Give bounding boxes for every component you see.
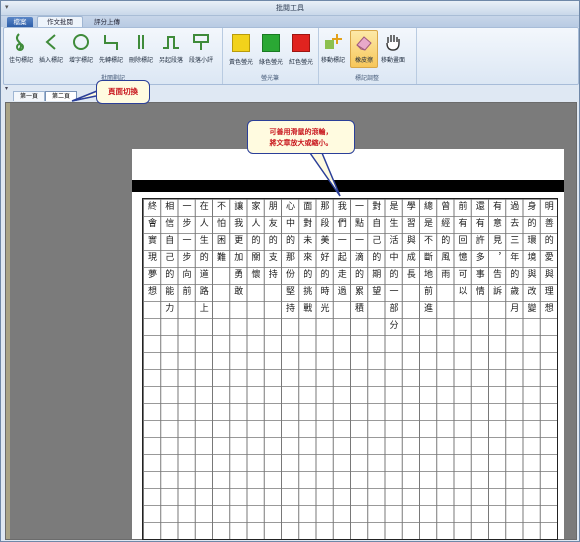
group-highlighter: 黃色螢光 綠色螢光 紅色螢光 螢光筆: [222, 28, 319, 84]
handwriting-column: 家人的關懷: [249, 201, 260, 286]
move-mark-button[interactable]: 移動標記: [320, 31, 346, 67]
menu-tab-bar: 檔案 作文批閱 評分上傳: [1, 16, 579, 27]
handwriting-column: 讓我更加勇敢: [232, 201, 243, 303]
handwriting-column: 面對未來的挑戰: [301, 201, 312, 320]
tab-dropdown-icon[interactable]: ▾: [5, 85, 8, 92]
swap-mark-button[interactable]: 先轉標記: [98, 31, 124, 67]
handwriting-column: 一步一步向前: [180, 201, 191, 303]
yellow-highlight-button[interactable]: 黃色螢光: [228, 31, 254, 67]
group-label-highlighter: 螢光筆: [260, 75, 279, 82]
handwriting-column: 總是不斷地前進: [422, 201, 432, 320]
handwriting-column: 在人生的道路上: [197, 201, 208, 320]
green-highlight-button[interactable]: 綠色螢光: [258, 31, 284, 67]
tab-essay-review[interactable]: 作文批閱: [37, 16, 83, 27]
handwriting-column: 是生活中的一部分: [387, 201, 398, 337]
handwriting-column: 有意見，告訴: [491, 201, 501, 303]
zoom-hint-line-2: 將文章放大或縮小。: [269, 138, 333, 147]
handwriting-column: 朋友的支持: [266, 201, 277, 286]
page-switch-callout: 頁面切換: [96, 80, 150, 104]
handwriting-column: 一點一滴的累積: [353, 201, 363, 320]
new-paragraph-button[interactable]: 另起段落: [158, 31, 184, 67]
essay-grid-sheet: 明善的愛與理想 身的環境與改變 過去三年的歲月 有意見，告訴 還有許多事情 前有回憶可以曾…: [142, 198, 558, 540]
red-square-icon: [292, 34, 310, 52]
workspace-side-bar: [6, 103, 10, 539]
handwriting-column: 終會實現夢想: [146, 201, 156, 303]
page-tab-bar: ▾ 第一頁 第二頁: [3, 85, 577, 101]
handwriting-column: 我們一起走過: [335, 201, 346, 303]
group-review-marks: 佳句標記 插入標記 增字標記 先轉標記 刪除標記 另起段落 段落小評 批閱劃記: [4, 28, 223, 84]
circle-icon: [73, 34, 89, 50]
tab-page-two[interactable]: 第二頁: [45, 91, 77, 101]
paragraph-icon: [163, 36, 179, 49]
chevron-left-icon: [45, 34, 56, 50]
comment-sign-icon: [193, 34, 209, 50]
zoom-hint-callout: 可善用滑鼠的滾輪， 將文章放大或縮小。: [247, 120, 355, 154]
handwriting-column: 學習與成長: [404, 201, 415, 286]
document-workspace[interactable]: 明善的愛與理想 身的環境與改變 過去三年的歲月 有意見，告訴 還有許多事情 前有回憶可以曾…: [5, 102, 577, 540]
add-char-mark-button[interactable]: 增字標記: [68, 31, 94, 67]
paragraph-comment-button[interactable]: 段落小評: [188, 31, 214, 67]
tab-score-upload[interactable]: 評分上傳: [85, 17, 129, 27]
good-sentence-mark-button[interactable]: 佳句標記: [8, 31, 34, 67]
handwriting-column: 明善的愛與理想: [542, 201, 553, 320]
eraser-icon: [356, 36, 372, 51]
group-mark-adjust: 移動標記 橡皮擦 移動畫面 標記調整: [318, 28, 417, 84]
title-bar: ▾ 批閱工具: [1, 1, 579, 16]
handwriting-column: 還有許多事情: [473, 201, 484, 303]
essay-page[interactable]: 明善的愛與理想 身的環境與改變 過去三年的歲月 有意見，告訴 還有許多事情 前有回憶可以曾…: [132, 149, 564, 540]
handwriting-column: 曾經的風雨: [439, 201, 450, 286]
handwriting-column: 前有回憶可以: [456, 201, 467, 303]
handwriting-column: 相信自己的能力: [163, 201, 174, 320]
handwriting-column: 過去三年的歲月: [508, 201, 519, 320]
delete-mark-button[interactable]: 刪除標記: [128, 31, 154, 67]
yellow-square-icon: [232, 34, 250, 52]
handwriting-column: 不怕困難: [215, 201, 225, 269]
move-mark-icon: [325, 34, 342, 49]
scan-black-band: [132, 180, 564, 192]
handwriting-column: 那段美好的時光: [318, 201, 329, 320]
double-line-icon: [138, 35, 144, 49]
handwriting-column: 身的環境與改變: [525, 201, 536, 320]
pan-view-button[interactable]: 移動畫面: [380, 31, 406, 67]
group-label-mark-adjust: 標記調整: [354, 75, 379, 82]
hook-icon: [16, 33, 24, 51]
app-window: ▾ 批閱工具 檔案 作文批閱 評分上傳 佳句標記 插入標記 增字標記 先轉標記: [0, 0, 580, 542]
window-title: 批閱工具: [276, 4, 304, 12]
red-highlight-button[interactable]: 紅色螢光: [288, 31, 314, 67]
hand-icon: [386, 35, 400, 51]
swap-mark-icon: [104, 35, 118, 50]
insert-mark-button[interactable]: 插入標記: [38, 31, 64, 67]
handwriting-column: 對自己的期望: [370, 201, 381, 303]
ribbon-toolbar: 佳句標記 插入標記 增字標記 先轉標記 刪除標記 另起段落 段落小評 批閱劃記 …: [3, 27, 579, 85]
zoom-hint-line-1: 可善用滑鼠的滾輪，: [269, 127, 333, 136]
handwriting-column: 心中的那份堅持: [284, 201, 294, 320]
tab-file[interactable]: 檔案: [7, 17, 33, 27]
tab-page-one[interactable]: 第一頁: [13, 91, 45, 101]
green-square-icon: [262, 34, 280, 52]
